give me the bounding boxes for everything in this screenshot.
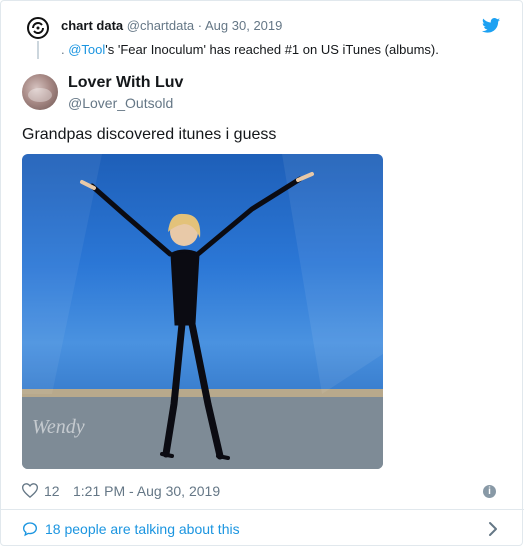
quoted-author-name[interactable]: chart data [61, 18, 123, 33]
quoted-body: 's 'Fear Inoculum' has reached #1 on US … [105, 42, 439, 57]
like-count: 12 [44, 483, 60, 499]
media-watermark: Wendy [32, 416, 85, 438]
talking-about-text[interactable]: 18 people are talking about this [45, 521, 240, 537]
author-avatar[interactable] [22, 74, 58, 110]
author-handle[interactable]: @Lover_Outsold [68, 95, 173, 111]
chartdata-logo-icon[interactable] [27, 17, 49, 39]
thread-line [37, 41, 39, 59]
quoted-header: chart data @chartdata · Aug 30, 2019 [61, 18, 282, 33]
quoted-date[interactable]: Aug 30, 2019 [205, 18, 282, 33]
chevron-right-icon[interactable] [488, 521, 498, 537]
tweet-timestamp[interactable]: 1:21 PM - Aug 30, 2019 [73, 483, 220, 499]
tweet-media-image[interactable]: Wendy [22, 154, 383, 469]
conversation-link[interactable]: 18 people are talking about this [1, 510, 524, 546]
tweet-text: Grandpas discovered itunes i guess [22, 126, 277, 143]
quoted-author-handle[interactable]: @chartdata [127, 18, 194, 33]
tweet-card: chart data @chartdata · Aug 30, 2019 . @… [0, 0, 524, 546]
comment-bubble-icon [22, 522, 38, 537]
info-icon[interactable]: i [483, 485, 496, 498]
author-name[interactable]: Lover With Luv [68, 74, 183, 92]
quoted-tweet-text: . @Tool's 'Fear Inoculum' has reached #1… [61, 42, 439, 57]
quoted-mention-link[interactable]: @Tool [68, 42, 105, 57]
heart-icon[interactable] [22, 483, 38, 498]
twitter-bird-icon[interactable] [482, 18, 500, 33]
quoted-separator: · [194, 18, 206, 33]
